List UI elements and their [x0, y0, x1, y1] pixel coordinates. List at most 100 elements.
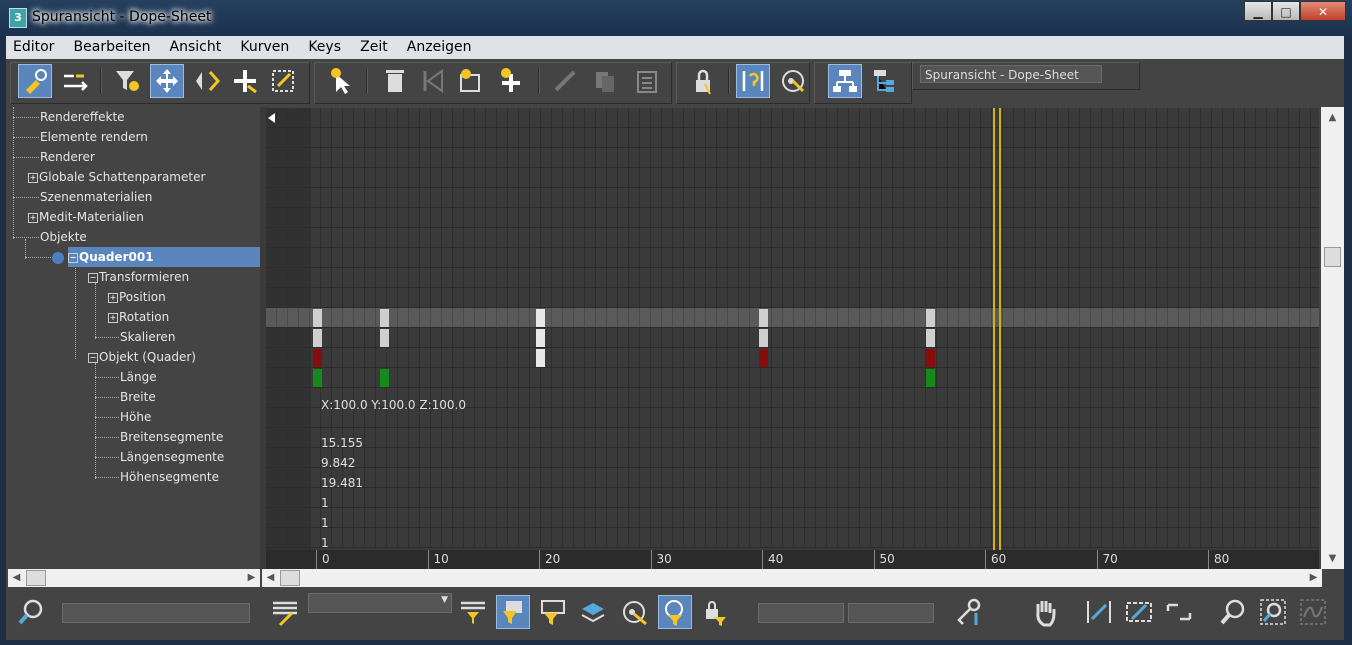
tree-item-globale-schattenparameter[interactable]: + Globale Schattenparameter: [28, 167, 205, 187]
snap-frames-icon[interactable]: [736, 64, 770, 98]
dope-row[interactable]: [266, 168, 1319, 188]
dope-row[interactable]: [266, 108, 1319, 128]
menu-bearbeiten[interactable]: Bearbeiten: [67, 36, 158, 59]
add-keys-icon[interactable]: [228, 64, 262, 98]
time-slider-marker[interactable]: [993, 108, 1002, 550]
view-name-field[interactable]: Spuransicht - Dope-Sheet: [920, 65, 1102, 83]
maximize-button[interactable]: □: [1272, 1, 1300, 21]
filter-layers-icon[interactable]: [576, 595, 610, 629]
minimize-button[interactable]: ▁: [1244, 1, 1272, 21]
tree-item-transformieren[interactable]: − Transformieren: [88, 267, 189, 287]
menu-ansicht[interactable]: Ansicht: [163, 36, 229, 59]
animation-key[interactable]: [926, 329, 936, 347]
menu-zeit[interactable]: Zeit: [353, 36, 395, 59]
horizontal-scroll-thumb[interactable]: [26, 570, 46, 586]
collapse-minus-icon[interactable]: −: [88, 352, 98, 363]
animation-key[interactable]: [536, 349, 545, 367]
animation-key[interactable]: [379, 329, 389, 347]
horizontal-scroll-thumb[interactable]: [280, 570, 300, 586]
dope-row[interactable]: [266, 368, 1319, 388]
move-keys-icon[interactable]: [150, 64, 184, 98]
dope-row[interactable]: [266, 148, 1319, 168]
collapse-minus-icon[interactable]: −: [88, 272, 98, 283]
tree-item-medit-materialien[interactable]: + Medit-Materialien: [28, 207, 144, 227]
tree-item-quader001[interactable]: − Quader001: [68, 247, 260, 267]
animation-key[interactable]: [926, 309, 936, 327]
tree-item-breitensegmente[interactable]: Breitensegmente: [120, 427, 223, 447]
zoom-value-extents-icon[interactable]: [1162, 595, 1196, 629]
animation-key[interactable]: [926, 349, 936, 367]
dope-horizontal-scrollbar[interactable]: ◀ ▶: [262, 569, 1322, 587]
selection-dropdown[interactable]: ▼: [308, 593, 452, 613]
menu-editor[interactable]: Editor: [6, 36, 61, 59]
key-value-field[interactable]: [848, 603, 934, 623]
tree-item-elemente-rendern[interactable]: Elemente rendern: [40, 127, 148, 147]
dope-row[interactable]: [266, 308, 1319, 328]
slide-keys-icon[interactable]: [58, 64, 92, 98]
expand-plus-icon[interactable]: +: [28, 212, 38, 223]
menu-keys[interactable]: Keys: [301, 36, 348, 59]
show-keyable-icon[interactable]: [776, 64, 810, 98]
animation-key[interactable]: [759, 329, 768, 347]
dope-row[interactable]: [266, 128, 1319, 148]
tree-item-szenenmaterialien[interactable]: Szenenmaterialien: [40, 187, 152, 207]
cut-icon[interactable]: [548, 64, 582, 98]
animation-key[interactable]: [536, 329, 545, 347]
dope-row[interactable]: [266, 188, 1319, 208]
tree-item-objekt-quader[interactable]: − Objekt (Quader): [88, 347, 196, 367]
dope-sheet-grid[interactable]: X:100.0 Y:100.0 Z:100.0 15.155 9.842 19.…: [266, 108, 1319, 550]
dope-row[interactable]: [266, 288, 1319, 308]
tree-item-hoehensegmente[interactable]: Höhensegmente: [120, 467, 219, 487]
dope-row[interactable]: [266, 328, 1319, 348]
tree-item-rendereffekte[interactable]: Rendereffekte: [40, 107, 125, 127]
scroll-right-icon[interactable]: ▶: [243, 569, 260, 586]
scale-values-icon[interactable]: [266, 64, 300, 98]
animation-key[interactable]: [313, 349, 322, 367]
expand-plus-icon[interactable]: +: [108, 312, 118, 323]
zoom-icon[interactable]: [1216, 595, 1250, 629]
dope-row[interactable]: [266, 508, 1319, 528]
vertical-scrollbar[interactable]: ▲ ▼: [1321, 107, 1344, 569]
tree-item-breite[interactable]: Breite: [120, 387, 156, 407]
zoom-selected-icon[interactable]: [14, 595, 48, 629]
zoom-region-icon[interactable]: [1256, 595, 1290, 629]
dope-row[interactable]: [266, 488, 1319, 508]
time-ruler[interactable]: 0 10 20 30 40 50 60 70 80: [266, 550, 1319, 569]
animation-key[interactable]: [313, 369, 322, 387]
dope-row[interactable]: [266, 428, 1319, 448]
dope-row[interactable]: [266, 528, 1319, 548]
dope-row[interactable]: [266, 228, 1319, 248]
paste-icon[interactable]: [630, 64, 664, 98]
pan-hand-icon[interactable]: [1028, 595, 1062, 629]
filter-lock-icon[interactable]: [698, 595, 732, 629]
scroll-right-icon[interactable]: ▶: [1305, 569, 1322, 586]
tree-item-renderer[interactable]: Renderer: [40, 147, 95, 167]
filter-selected-icon[interactable]: [496, 595, 530, 629]
tree-item-laengensegmente[interactable]: Längensegmente: [120, 447, 224, 467]
insert-time-icon[interactable]: [494, 64, 528, 98]
dope-row[interactable]: [266, 468, 1319, 488]
animation-key[interactable]: [313, 329, 322, 347]
key-info-icon[interactable]: [952, 595, 986, 629]
tree-item-position[interactable]: + Position: [108, 287, 166, 307]
filter-visible-icon[interactable]: [618, 595, 652, 629]
tree-view-icon[interactable]: [868, 64, 902, 98]
reverse-time-icon[interactable]: [416, 64, 450, 98]
menu-kurven[interactable]: Kurven: [233, 36, 296, 59]
search-field[interactable]: [62, 603, 250, 623]
vertical-scroll-thumb[interactable]: [1324, 247, 1341, 267]
close-button[interactable]: ✕: [1300, 1, 1346, 21]
collapse-minus-icon[interactable]: −: [68, 252, 78, 263]
animation-key[interactable]: [313, 309, 322, 327]
dope-row[interactable]: [266, 208, 1319, 228]
filter-list-icon[interactable]: [456, 595, 490, 629]
dope-row[interactable]: [266, 268, 1319, 288]
dope-row[interactable]: [266, 348, 1319, 368]
select-time-icon[interactable]: [324, 64, 358, 98]
tree-item-rotation[interactable]: + Rotation: [108, 307, 169, 327]
isolate-curve-icon[interactable]: [1296, 595, 1330, 629]
range-start-arrow-icon[interactable]: [268, 113, 275, 123]
expand-plus-icon[interactable]: +: [28, 172, 38, 183]
animation-key[interactable]: [759, 349, 768, 367]
dope-row[interactable]: [266, 448, 1319, 468]
